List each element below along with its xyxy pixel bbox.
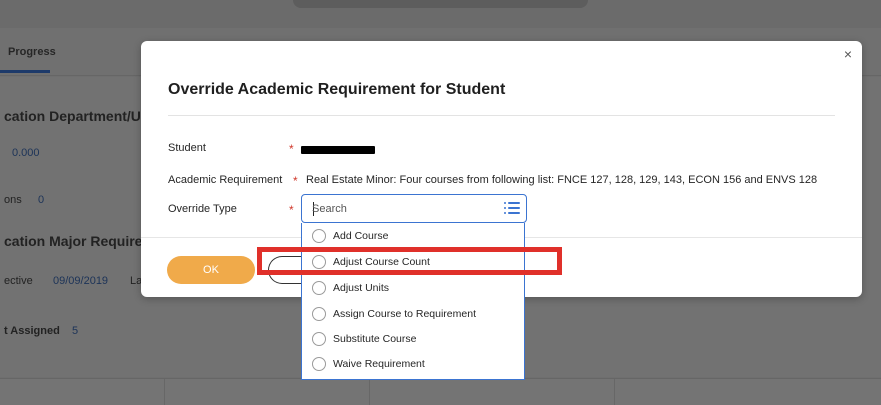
radio-icon[interactable] [312, 281, 326, 295]
option-add-course[interactable]: Add Course [302, 224, 524, 249]
radio-icon[interactable] [312, 357, 326, 371]
close-icon[interactable]: × [842, 47, 854, 61]
section-title-major: cation Major Requireme [4, 233, 163, 249]
override-type-search[interactable] [301, 194, 527, 223]
override-type-label: Override Type [168, 203, 237, 215]
top-search-pill [293, 0, 588, 8]
academic-requirement-value: Real Estate Minor: Four courses from fol… [306, 174, 818, 186]
radio-icon[interactable] [312, 332, 326, 346]
option-label: Add Course [333, 230, 389, 242]
option-assign-course[interactable]: Assign Course to Requirement [302, 302, 524, 327]
radio-icon[interactable] [312, 307, 326, 321]
annotation-highlight [257, 247, 562, 275]
effective-date: 09/09/2019 [53, 275, 109, 287]
tab-underline [0, 70, 50, 73]
option-label: Waive Requirement [333, 358, 425, 370]
section-title-department: cation Department/U [4, 108, 141, 124]
search-input[interactable] [312, 201, 492, 217]
top-bar [0, 0, 881, 28]
option-label: Substitute Course [333, 333, 417, 345]
required-star: * [293, 174, 298, 188]
effective-label: ective [4, 275, 33, 287]
student-name-redacted [301, 146, 375, 154]
list-icon[interactable] [504, 201, 520, 215]
assigned-value: 5 [72, 325, 79, 337]
option-label: Adjust Units [333, 282, 390, 294]
ok-button[interactable]: OK [167, 256, 255, 284]
radio-icon[interactable] [312, 229, 326, 243]
department-value: 0.000 [12, 147, 40, 159]
required-star: * [289, 203, 294, 217]
academic-requirement-label: Academic Requirement [168, 174, 283, 186]
row2-label: ons [4, 194, 22, 206]
dialog-title: Override Academic Requirement for Studen… [168, 81, 506, 98]
background-footer [0, 378, 881, 405]
title-divider [168, 115, 835, 116]
option-substitute-course[interactable]: Substitute Course [302, 327, 524, 352]
required-star: * [289, 142, 294, 156]
tab-progress[interactable]: Progress [8, 46, 56, 58]
option-adjust-units[interactable]: Adjust Units [302, 276, 524, 301]
student-label: Student [168, 142, 206, 154]
assigned-label: t Assigned [4, 325, 60, 337]
row2-value: 0 [38, 194, 45, 206]
option-waive-requirement[interactable]: Waive Requirement [302, 352, 524, 377]
option-label: Assign Course to Requirement [333, 308, 476, 320]
